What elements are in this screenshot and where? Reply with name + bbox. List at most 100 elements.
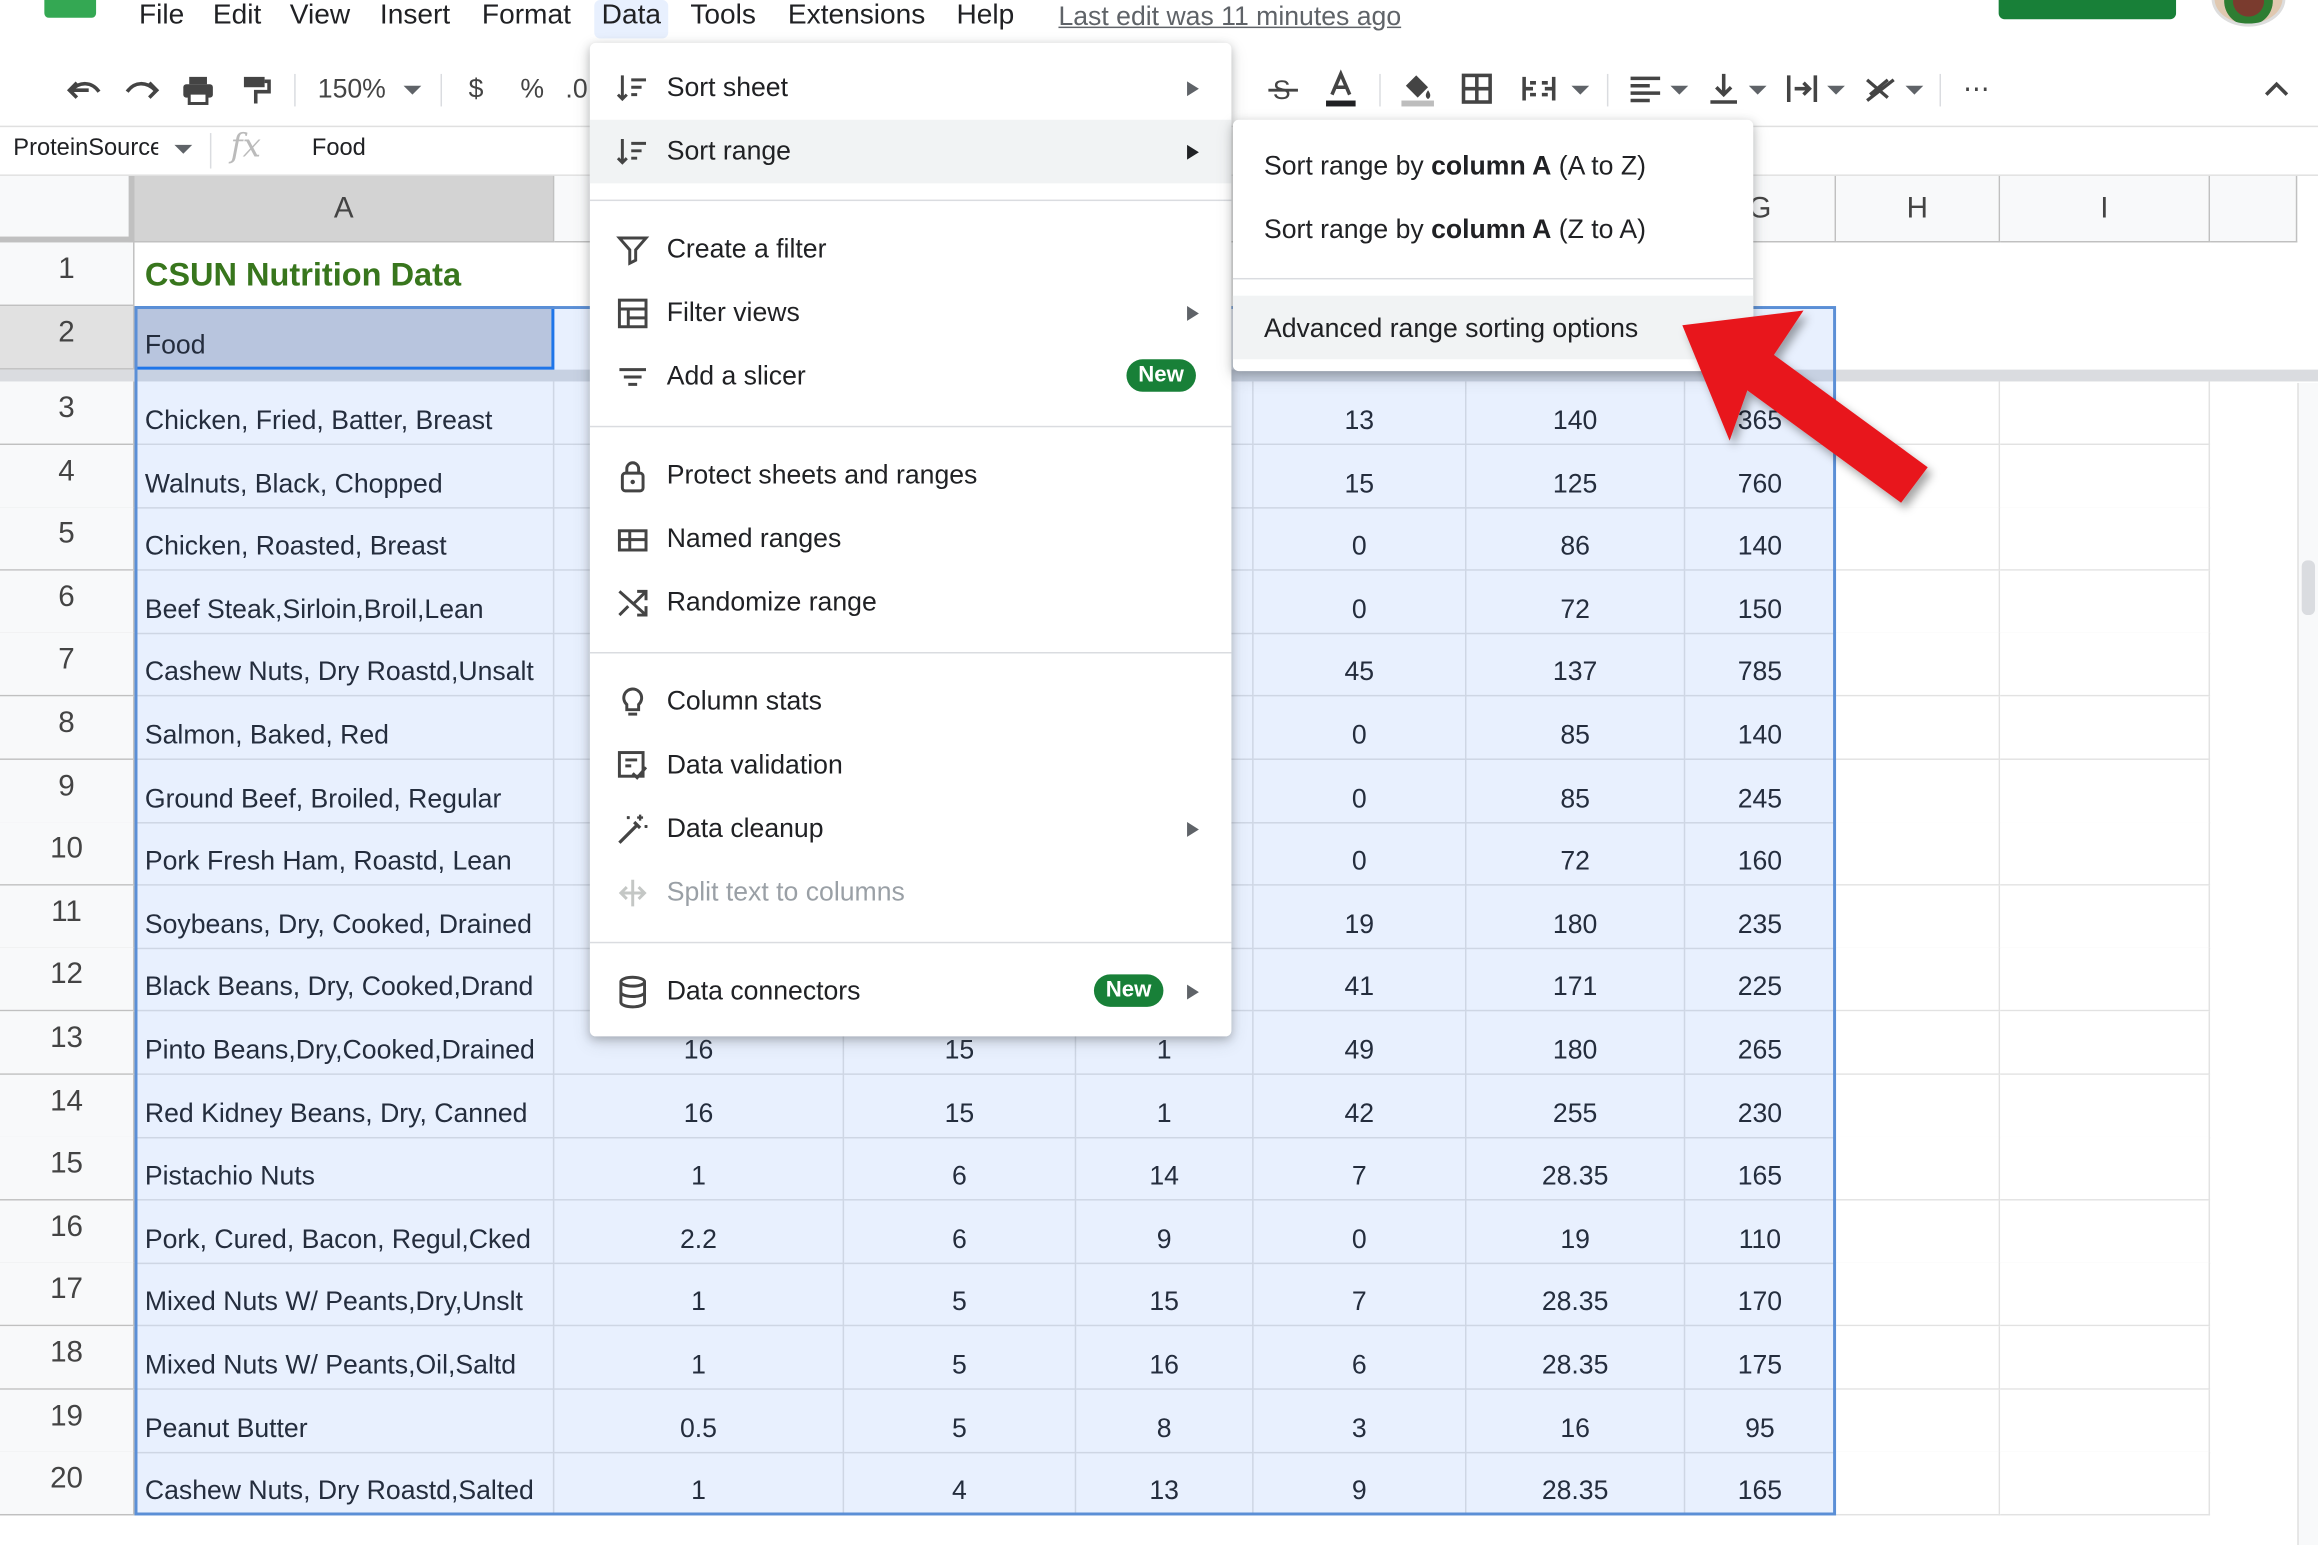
cell-e[interactable]: 9 — [1253, 1451, 1467, 1516]
cell-a[interactable]: Chicken, Fried, Batter, Breast — [134, 381, 555, 446]
cell-e[interactable]: 49 — [1253, 1011, 1467, 1075]
cell-empty[interactable] — [2000, 1451, 2211, 1516]
cell-empty[interactable] — [1836, 1074, 2001, 1139]
cell-g[interactable]: 165 — [1685, 1136, 1837, 1201]
cell-empty[interactable] — [2000, 947, 2211, 1012]
vertical-align-icon[interactable] — [1704, 68, 1742, 109]
cell-f[interactable]: 171 — [1466, 947, 1686, 1012]
menu-item-column-stats[interactable]: Column stats — [590, 670, 1232, 734]
cell-f[interactable]: 180 — [1466, 885, 1686, 950]
cell-a[interactable]: Ground Beef, Broiled, Regular — [134, 759, 555, 824]
cell-f[interactable]: 85 — [1466, 759, 1686, 824]
cell-g[interactable]: 150 — [1685, 570, 1837, 635]
row-header[interactable]: 17 — [0, 1262, 135, 1327]
cell-empty[interactable] — [1836, 1136, 2001, 1201]
cell-e[interactable]: 7 — [1253, 1136, 1467, 1201]
cell-empty[interactable] — [2000, 1389, 2211, 1454]
cell-d[interactable]: 8 — [1076, 1389, 1254, 1454]
cell-g[interactable]: 785 — [1685, 632, 1837, 697]
cell-e[interactable]: 0 — [1253, 1200, 1467, 1265]
menu-item-sort-sheet[interactable]: Sort sheet — [590, 56, 1232, 120]
cell-d[interactable]: 13 — [1076, 1451, 1254, 1516]
cell-a[interactable]: Mixed Nuts W/ Peants,Dry,Unslt — [134, 1262, 555, 1327]
cell-empty[interactable] — [2000, 1011, 2211, 1075]
formula-input[interactable]: Food — [312, 136, 366, 163]
row-header[interactable]: 15 — [0, 1136, 135, 1201]
cell-a[interactable]: Soybeans, Dry, Cooked, Drained — [134, 885, 555, 950]
row-header[interactable]: 20 — [0, 1451, 135, 1516]
row-header[interactable]: 1 — [0, 242, 135, 307]
currency-format-button[interactable]: $ — [458, 68, 493, 109]
cell-g[interactable]: 175 — [1685, 1326, 1837, 1390]
cell-e[interactable]: 0 — [1253, 570, 1467, 635]
cell-c[interactable]: 4 — [844, 1451, 1077, 1516]
cell-g[interactable]: 165 — [1685, 1451, 1837, 1516]
cell-e[interactable]: 41 — [1253, 947, 1467, 1012]
merge-chevron-down-icon[interactable] — [1567, 68, 1594, 109]
row-header[interactable]: 16 — [0, 1200, 135, 1265]
menu-file[interactable]: File — [139, 0, 184, 38]
cell-d[interactable]: 16 — [1076, 1326, 1254, 1390]
horizontal-align-icon[interactable] — [1626, 68, 1664, 109]
cell-a[interactable]: Cashew Nuts, Dry Roastd,Salted — [134, 1451, 555, 1516]
menu-data[interactable]: Data — [594, 0, 669, 39]
cell-c[interactable]: 6 — [844, 1200, 1077, 1265]
row-header[interactable]: 10 — [0, 822, 135, 886]
cell-a[interactable]: Mixed Nuts W/ Peants,Oil,Saltd — [134, 1326, 555, 1390]
cell-a[interactable]: Chicken, Roasted, Breast — [134, 507, 555, 571]
cell-e[interactable]: 19 — [1253, 885, 1467, 950]
menu-item-randomize[interactable]: Randomize range — [590, 571, 1232, 635]
row-header[interactable]: 7 — [0, 632, 135, 697]
cell-e[interactable]: 0 — [1253, 696, 1467, 760]
cell-f[interactable]: 19 — [1466, 1200, 1686, 1265]
cell-empty[interactable] — [2000, 1074, 2211, 1139]
cell-e[interactable]: 3 — [1253, 1389, 1467, 1454]
cell-empty[interactable] — [1836, 822, 2001, 886]
row-header[interactable]: 18 — [0, 1326, 135, 1390]
cell-f[interactable]: 255 — [1466, 1074, 1686, 1139]
cell-f[interactable]: 86 — [1466, 507, 1686, 571]
cell-c[interactable]: 5 — [844, 1326, 1077, 1390]
print-icon[interactable] — [179, 68, 217, 109]
column-header-partial[interactable] — [2210, 175, 2298, 243]
row-header[interactable]: 3 — [0, 381, 135, 446]
cell-f[interactable]: 16 — [1466, 1389, 1686, 1454]
cell-c[interactable]: 5 — [844, 1262, 1077, 1327]
cell-g[interactable]: 110 — [1685, 1200, 1837, 1265]
cell-b[interactable]: 16 — [554, 1074, 845, 1139]
cell-a2[interactable]: Food — [145, 330, 206, 361]
cell-e[interactable]: 0 — [1253, 507, 1467, 571]
fill-color-icon[interactable] — [1397, 68, 1438, 109]
cell-empty[interactable] — [1836, 947, 2001, 1012]
last-edit-link[interactable]: Last edit was 11 minutes ago — [1058, 0, 1401, 33]
cell-f[interactable]: 28.35 — [1466, 1136, 1686, 1201]
cell-empty[interactable] — [2000, 445, 2211, 509]
cell-g[interactable]: 245 — [1685, 759, 1837, 824]
valign-chevron-down-icon[interactable] — [1744, 68, 1771, 109]
text-color-icon[interactable] — [1322, 68, 1360, 109]
cell-e[interactable]: 42 — [1253, 1074, 1467, 1139]
paint-format-icon[interactable] — [237, 68, 275, 109]
text-rotation-icon[interactable] — [1861, 68, 1899, 109]
cell-b[interactable]: 1 — [554, 1136, 845, 1201]
cell-e[interactable]: 15 — [1253, 445, 1467, 509]
sheets-logo-icon[interactable] — [44, 0, 97, 18]
column-header-i[interactable]: I — [2000, 175, 2211, 243]
percent-format-button[interactable]: % — [514, 68, 549, 109]
cell-f[interactable]: 137 — [1466, 632, 1686, 697]
name-box[interactable]: ProteinSource — [13, 136, 158, 163]
menu-insert[interactable]: Insert — [380, 0, 450, 38]
borders-icon[interactable] — [1458, 68, 1496, 109]
cell-a[interactable]: Peanut Butter — [134, 1389, 555, 1454]
menu-extensions[interactable]: Extensions — [788, 0, 925, 38]
cell-c[interactable]: 6 — [844, 1136, 1077, 1201]
cell-empty[interactable] — [1836, 1011, 2001, 1075]
cell-f[interactable]: 85 — [1466, 696, 1686, 760]
cell-f[interactable]: 125 — [1466, 445, 1686, 509]
row-header[interactable]: 2 — [0, 306, 135, 370]
cell-f[interactable]: 180 — [1466, 1011, 1686, 1075]
cell-d[interactable]: 9 — [1076, 1200, 1254, 1265]
menu-item-protect[interactable]: Protect sheets and ranges — [590, 444, 1232, 508]
column-header-h[interactable]: H — [1836, 175, 2001, 243]
menu-item-data-validation[interactable]: Data validation — [590, 733, 1232, 797]
